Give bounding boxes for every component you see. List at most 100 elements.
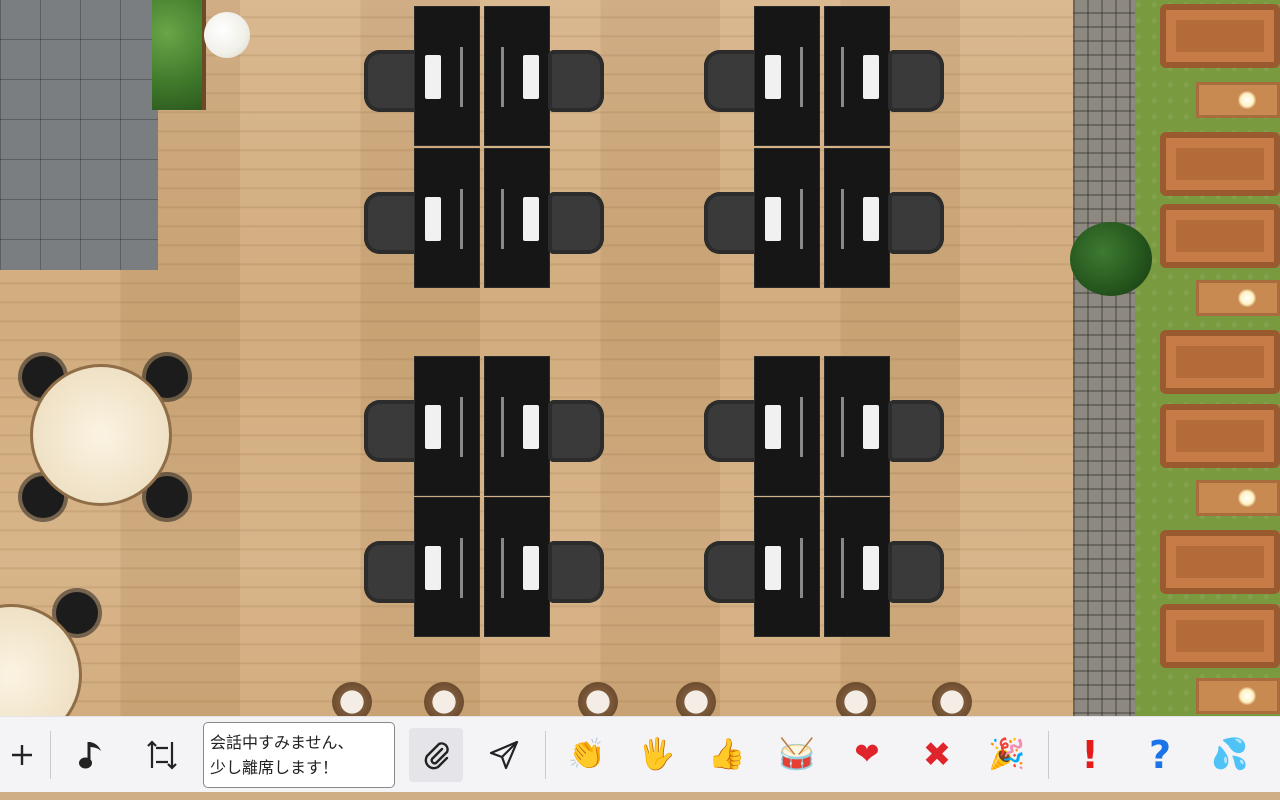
monitor: [523, 405, 539, 449]
sweat-drops-icon[interactable]: 💦: [1195, 717, 1265, 793]
separator: [50, 730, 51, 779]
desk: [824, 148, 890, 288]
monitor-stand: [841, 189, 844, 249]
desk: [754, 497, 820, 637]
desk: [414, 497, 480, 637]
tile-floor: [0, 0, 158, 270]
cross-icon[interactable]: ✖: [902, 717, 972, 793]
monitor: [425, 197, 441, 241]
sofa[interactable]: [1160, 132, 1280, 196]
sofa[interactable]: [1160, 204, 1280, 268]
monitor: [523, 546, 539, 590]
monitor-stand: [800, 538, 803, 598]
desk-pair[interactable]: [364, 497, 604, 637]
paperclip-icon[interactable]: [409, 727, 463, 782]
monitor: [765, 197, 781, 241]
monitor-stand: [501, 538, 504, 598]
raised-hand-icon[interactable]: 🖐: [622, 717, 692, 793]
sofa[interactable]: [1160, 404, 1280, 468]
desk: [414, 356, 480, 496]
send-icon[interactable]: [469, 717, 539, 793]
monitor: [765, 546, 781, 590]
heart-icon[interactable]: ❤: [832, 717, 902, 793]
desk-pair[interactable]: [704, 6, 944, 146]
monitor-stand: [501, 47, 504, 107]
desk: [754, 6, 820, 146]
thumbs-up-icon[interactable]: 👍: [692, 717, 762, 793]
chair: [364, 50, 420, 112]
bottom-toolbar: 会話中すみません、 少し離席します！ 👏 🖐 👍 🥁 ❤ ✖ 🎉 ! ? 💦: [0, 716, 1280, 792]
desk-pair[interactable]: [704, 148, 944, 288]
desk: [754, 148, 820, 288]
question-icon[interactable]: ?: [1125, 717, 1195, 793]
light-glow: [1238, 289, 1256, 307]
desk: [414, 148, 480, 288]
light-glow: [1238, 91, 1256, 109]
desk: [484, 356, 550, 496]
desk: [824, 497, 890, 637]
monitor-stand: [841, 397, 844, 457]
desk-pair[interactable]: [704, 497, 944, 637]
music-note-icon[interactable]: [57, 717, 127, 793]
desk: [754, 356, 820, 496]
monitor: [863, 546, 879, 590]
status-message-box[interactable]: 会話中すみません、 少し離席します！: [203, 721, 395, 788]
desk: [824, 6, 890, 146]
plus-icon[interactable]: [0, 717, 44, 793]
chair: [888, 541, 944, 603]
chair: [364, 192, 420, 254]
chair: [548, 400, 604, 462]
drum-icon[interactable]: 🥁: [762, 717, 832, 793]
chair: [548, 541, 604, 603]
sofa[interactable]: [1160, 530, 1280, 594]
chair: [704, 400, 760, 462]
party-popper-icon[interactable]: 🎉: [972, 717, 1042, 793]
floor-lamp: [204, 12, 250, 58]
chair: [364, 541, 420, 603]
desk: [484, 497, 550, 637]
monitor: [863, 55, 879, 99]
monitor: [765, 55, 781, 99]
separator: [545, 730, 546, 779]
round-table[interactable]: [30, 364, 172, 506]
light-glow: [1238, 687, 1256, 705]
garden-light: [1196, 480, 1280, 516]
chair: [888, 400, 944, 462]
swap-layout-icon[interactable]: [127, 717, 197, 793]
monitor-stand: [800, 397, 803, 457]
monitor-stand: [501, 397, 504, 457]
map-edge: [0, 792, 1280, 800]
sofa[interactable]: [1160, 4, 1280, 68]
sofa[interactable]: [1160, 330, 1280, 394]
planter: [152, 0, 206, 110]
monitor: [523, 197, 539, 241]
garden-light: [1196, 280, 1280, 316]
monitor-stand: [501, 189, 504, 249]
chair: [548, 192, 604, 254]
monitor: [765, 405, 781, 449]
desk-pair[interactable]: [364, 6, 604, 146]
sofa[interactable]: [1160, 604, 1280, 668]
bush: [1070, 222, 1152, 296]
exclamation-icon[interactable]: !: [1055, 717, 1125, 793]
chair: [704, 50, 760, 112]
monitor-stand: [841, 538, 844, 598]
monitor-stand: [800, 189, 803, 249]
garden-light: [1196, 82, 1280, 118]
chair: [548, 50, 604, 112]
desk-pair[interactable]: [704, 356, 944, 496]
chair: [888, 50, 944, 112]
monitor-stand: [460, 397, 463, 457]
clap-icon[interactable]: 👏: [552, 717, 622, 793]
light-glow: [1238, 489, 1256, 507]
garden-light: [1196, 678, 1280, 714]
desk-pair[interactable]: [364, 148, 604, 288]
office-map[interactable]: [0, 0, 1280, 800]
monitor: [425, 546, 441, 590]
monitor: [425, 405, 441, 449]
chair: [704, 192, 760, 254]
desk-pair[interactable]: [364, 356, 604, 496]
desk: [414, 6, 480, 146]
monitor-stand: [460, 538, 463, 598]
monitor-stand: [841, 47, 844, 107]
